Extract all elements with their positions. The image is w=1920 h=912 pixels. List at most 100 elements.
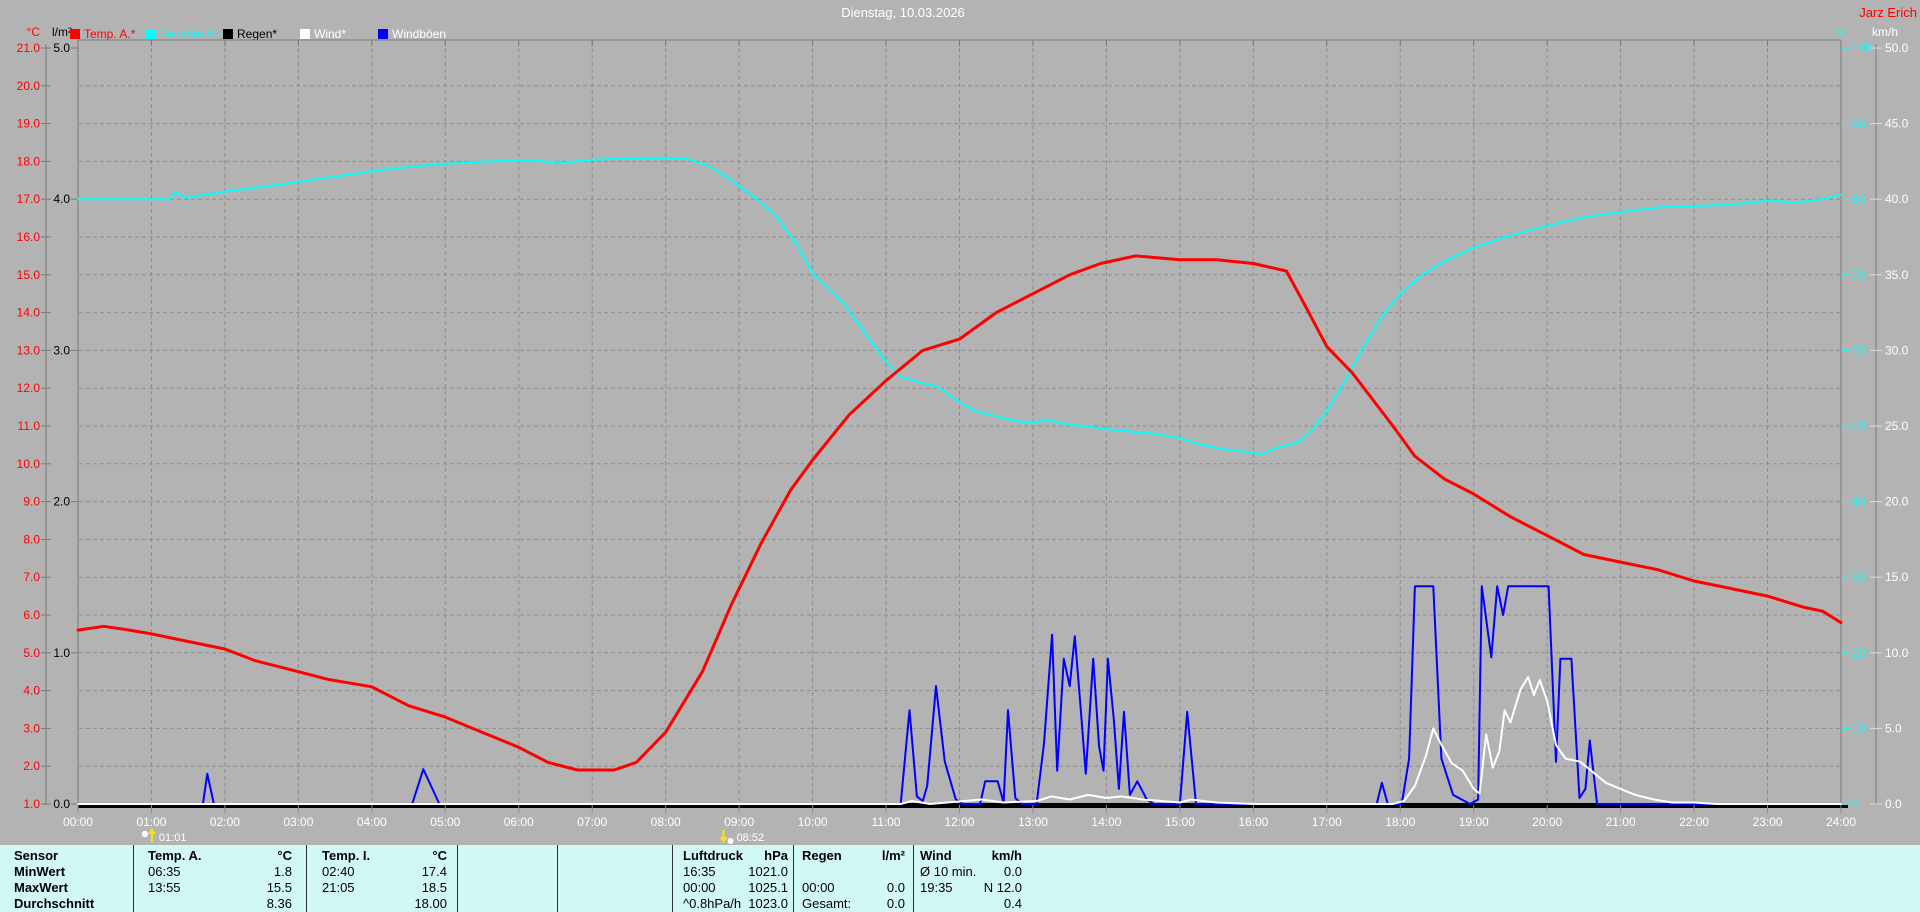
wind-axis-tick-label: 0.0 <box>1885 797 1902 811</box>
x-axis-tick-label: 05:00 <box>430 815 460 829</box>
x-axis-tick-label: 08:00 <box>651 815 681 829</box>
rain-axis-tick-label: 0.0 <box>53 797 70 811</box>
table-separator <box>133 845 134 912</box>
temp-axis-tick-label: 7.0 <box>23 570 40 584</box>
humidity-axis-tick-label: 100 <box>1852 41 1872 55</box>
wind-axis-tick-label: 40.0 <box>1885 192 1909 206</box>
rain-axis-tick-label: 2.0 <box>53 495 70 509</box>
x-axis-tick-label: 11:00 <box>871 815 900 829</box>
wind-axis-tick-label: 30.0 <box>1885 343 1909 357</box>
temp-axis-tick-label: 16.0 <box>17 230 41 244</box>
weather-app-window: Dienstag, 10.03.2026 Jarz Erich °C l/m² … <box>0 0 1920 912</box>
table-unit-temp-i: °C <box>432 848 447 863</box>
temp-axis-tick-label: 19.0 <box>17 117 41 131</box>
humidity-axis-tick-label: 0 <box>1852 797 1859 811</box>
humidity-axis-tick-label: 90 <box>1852 117 1866 131</box>
x-axis-tick-label: 20:00 <box>1532 815 1562 829</box>
table-row-label: MinWert <box>14 864 66 879</box>
temp-axis-tick-label: 18.0 <box>17 154 41 168</box>
x-axis-tick-label: 19:00 <box>1459 815 1489 829</box>
table-separator <box>306 845 307 912</box>
x-axis-tick-label: 23:00 <box>1753 815 1783 829</box>
x-axis-tick-label: 10:00 <box>798 815 828 829</box>
table-separator <box>457 845 458 912</box>
x-axis-tick-label: 12:00 <box>944 815 974 829</box>
temp-axis-tick-label: 8.0 <box>23 532 40 546</box>
rain-axis-tick-label: 4.0 <box>53 192 70 206</box>
x-axis-tick-label: 03:00 <box>283 815 313 829</box>
temp-axis-tick-label: 13.0 <box>17 343 41 357</box>
rain-axis-tick-label: 5.0 <box>53 41 70 55</box>
time-marker: 01:01 <box>141 828 187 844</box>
rain-axis-tick-label: 3.0 <box>53 343 70 357</box>
table-value-luftdruck: 1021.0 <box>748 864 788 879</box>
temp-axis-tick-label: 3.0 <box>23 721 40 735</box>
table-value-regen: 0.0 <box>886 896 905 911</box>
table-row-label: MaxWert <box>14 880 68 895</box>
table-unit-temp-a: °C <box>277 848 292 863</box>
x-axis-tick-label: 13:00 <box>1018 815 1048 829</box>
humidity-axis-tick-label: 10 <box>1852 721 1866 735</box>
time-marker-label: 01:01 <box>159 832 187 844</box>
moon-dot-icon <box>727 838 734 844</box>
x-axis-tick-label: 01:00 <box>136 815 166 829</box>
temp-axis-tick-label: 14.0 <box>17 306 41 320</box>
table-value-temp-a: 8.36 <box>266 896 292 911</box>
wind-axis-tick-label: 20.0 <box>1885 495 1909 509</box>
table-unit-luftdruck: hPa <box>764 848 788 863</box>
temp-axis-tick-label: 2.0 <box>23 759 40 773</box>
arrow-down-icon <box>719 837 728 843</box>
x-axis-tick-label: 00:00 <box>63 815 93 829</box>
x-axis-line <box>78 805 1848 808</box>
humidity-axis-tick-label: 30 <box>1852 570 1866 584</box>
table-value-wind: N 12.0 <box>983 880 1022 895</box>
x-axis-tick-label: 18:00 <box>1385 815 1415 829</box>
moon-dot-icon <box>141 830 149 838</box>
table-value-luftdruck: 1025.1 <box>748 880 788 895</box>
table-value-temp-a: 15.5 <box>266 880 292 895</box>
temp-axis-tick-label: 10.0 <box>17 457 41 471</box>
table-time-temp-a: 06:35 <box>148 864 181 879</box>
table-time-temp-a: 13:55 <box>148 880 181 895</box>
wind-axis-tick-label: 45.0 <box>1885 117 1909 131</box>
table-value-temp-i: 17.4 <box>421 864 447 879</box>
temp-axis-tick-label: 12.0 <box>17 381 41 395</box>
x-axis-tick-label: 07:00 <box>577 815 607 829</box>
x-axis-tick-label: 22:00 <box>1679 815 1709 829</box>
table-unit-wind: km/h <box>991 848 1022 863</box>
humidity-axis-tick-label: 60 <box>1852 343 1866 357</box>
temp-axis-tick-label: 9.0 <box>23 495 40 509</box>
wind-axis-tick-label: 10.0 <box>1885 646 1909 660</box>
x-axis-tick-label: 09:00 <box>724 815 754 829</box>
table-row-label: Sensor <box>14 848 59 863</box>
table-row-label: Durchschnitt <box>14 896 95 911</box>
humidity-axis-tick-label: 40 <box>1852 495 1866 509</box>
rain-axis-tick-label: 1.0 <box>53 646 70 660</box>
temp-axis-tick-label: 5.0 <box>23 646 40 660</box>
stats-table: Sensor MinWert MaxWert Durchschnitt Temp. A.… <box>0 845 1920 912</box>
table-separator <box>672 845 673 912</box>
x-axis-tick-label: 16:00 <box>1238 815 1268 829</box>
x-axis-tick-label: 24:00 <box>1826 815 1856 829</box>
temp-axis-tick-label: 17.0 <box>17 192 41 206</box>
humidity-axis-tick-label: 70 <box>1852 268 1866 282</box>
temp-axis-tick-label: 20.0 <box>17 79 41 93</box>
humidity-axis-tick-label: 20 <box>1852 646 1866 660</box>
x-axis-tick-label: 15:00 <box>1165 815 1195 829</box>
temp-axis-tick-label: 4.0 <box>23 684 40 698</box>
temp-axis-tick-label: 1.0 <box>23 797 40 811</box>
table-unit-regen: l/m² <box>881 848 905 863</box>
time-marker: 08:52 <box>719 830 764 844</box>
table-separator <box>793 845 794 912</box>
wind-axis-tick-label: 50.0 <box>1885 41 1909 55</box>
table-value-temp-i: 18.00 <box>414 896 447 911</box>
x-axis-tick-label: 17:00 <box>1312 815 1342 829</box>
table-value-wind: 0.4 <box>1003 896 1022 911</box>
temp-axis-tick-label: 6.0 <box>23 608 40 622</box>
x-axis-tick-label: 21:00 <box>1606 815 1636 829</box>
table-value-temp-a: 1.8 <box>273 864 292 879</box>
table-separator <box>557 845 558 912</box>
weather-chart-plot[interactable]: 00:00 01:00 02:00 03:00 04:00 05:00 06:00 07:00… <box>0 0 1920 845</box>
table-value-wind: 0.0 <box>1003 864 1022 879</box>
wind-axis-tick-label: 5.0 <box>1885 721 1902 735</box>
